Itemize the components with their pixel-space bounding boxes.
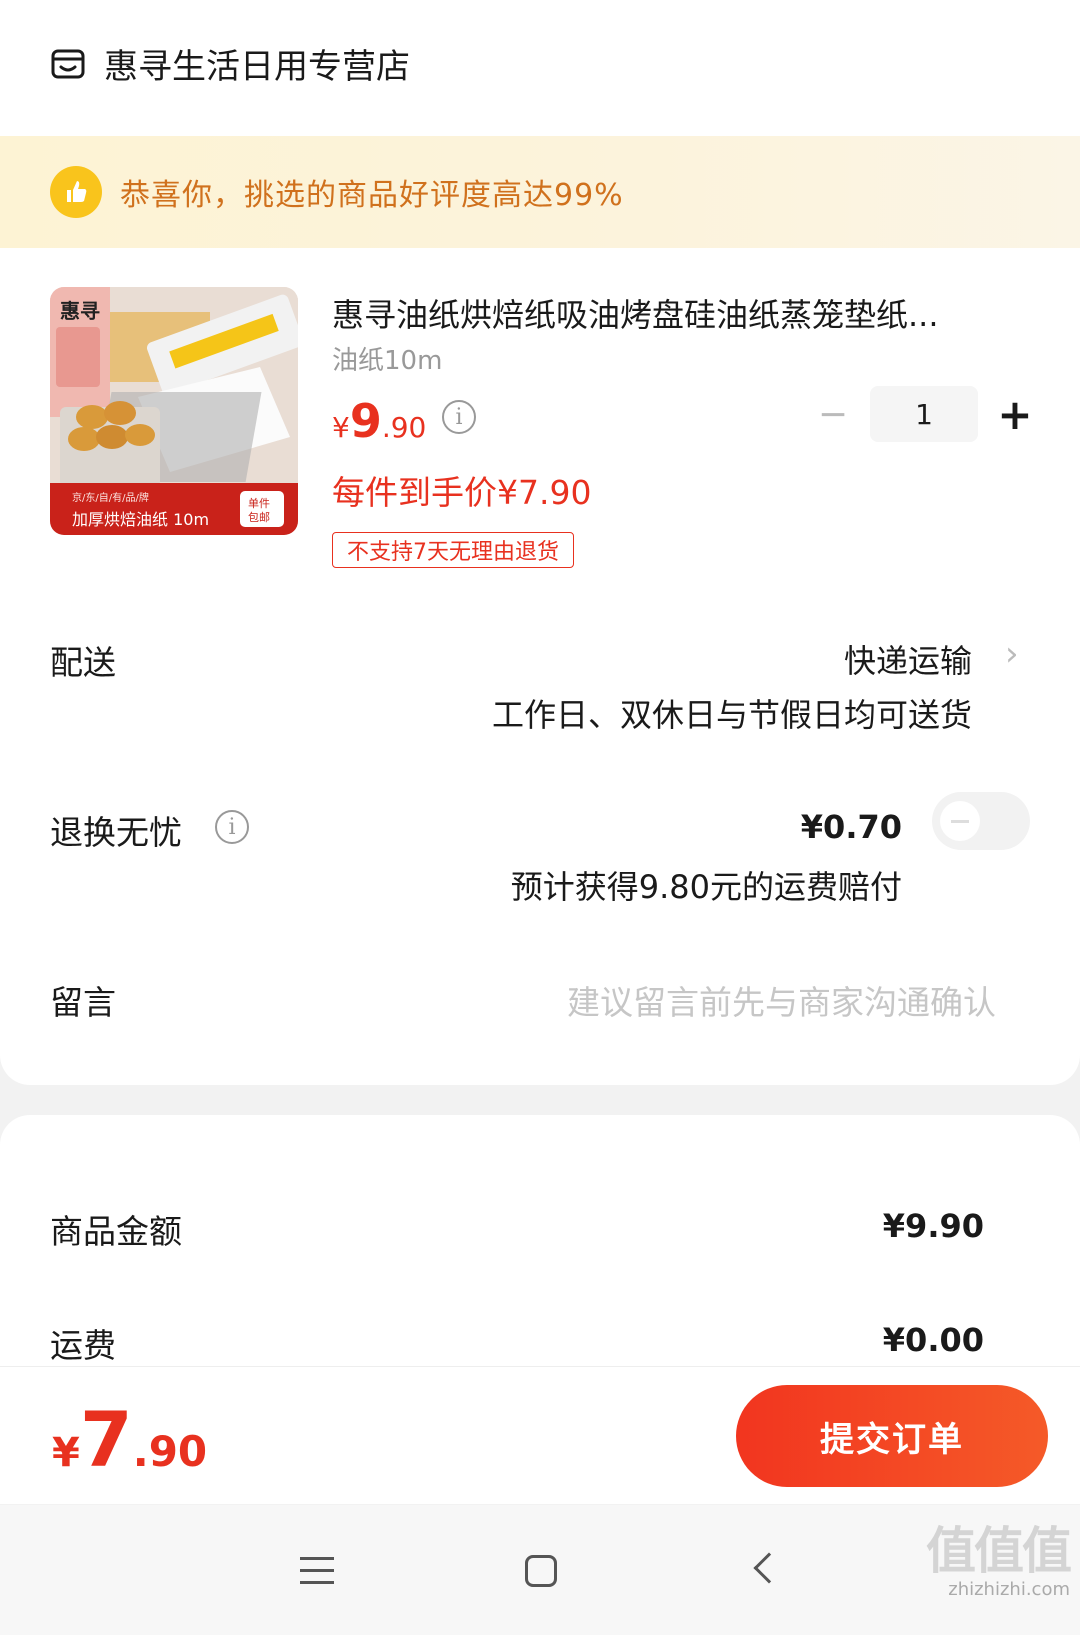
product-image-brand: 惠寻	[60, 299, 100, 323]
delivery-label: 配送	[50, 643, 116, 682]
shipping-label: 运费	[50, 1326, 116, 1365]
message-label: 留言	[50, 983, 116, 1022]
submit-order-button[interactable]: 提交订单	[736, 1385, 1048, 1487]
summary-card: 商品金额 ¥9.90 运费 ¥0.00	[0, 1115, 1080, 1375]
delivery-note: 工作日、双休日与节假日均可送货	[491, 696, 972, 734]
total-integer: 7	[79, 1395, 133, 1484]
return-insurance-info-icon[interactable]: i	[215, 810, 249, 844]
back-icon[interactable]	[753, 1552, 785, 1584]
product-price: ¥ 9 .90	[332, 394, 426, 448]
product-title[interactable]: 惠寻油纸烘焙纸吸油烤盘硅油纸蒸笼垫纸...	[332, 290, 1032, 336]
return-insurance-price: ¥0.70	[800, 808, 902, 846]
product-image-badge-line2: 包邮	[248, 511, 270, 524]
product-image-caption: 加厚烘焙油纸 10m	[72, 510, 210, 529]
goods-amount-label: 商品金额	[50, 1212, 182, 1251]
quantity-stepper: − 1 +	[808, 386, 1040, 442]
toggle-knob	[940, 801, 980, 841]
return-insurance-toggle[interactable]	[932, 792, 1030, 850]
order-card: 惠寻生活日用专营店 恭喜你，挑选的商品好评度高达99% 惠寻 京/东/自/有/品…	[0, 0, 1080, 1085]
price-decimal: .90	[381, 411, 427, 444]
banner-text: 恭喜你，挑选的商品好评度高达99%	[120, 178, 624, 213]
product-image[interactable]: 惠寻 京/东/自/有/品/牌 加厚烘焙油纸 10m 单件 包邮	[50, 287, 298, 535]
increase-button[interactable]: +	[990, 389, 1040, 439]
home-icon[interactable]	[525, 1555, 557, 1587]
store-name: 惠寻生活日用专营店	[104, 46, 410, 87]
system-nav-bar: 值值值 zhizhizhi.com	[0, 1505, 1080, 1635]
total-decimal: .90	[132, 1427, 208, 1476]
total-symbol: ¥	[52, 1430, 80, 1476]
shipping-amount: ¥0.00	[882, 1321, 984, 1359]
quantity-input[interactable]: 1	[870, 386, 978, 442]
price-info-icon[interactable]: i	[442, 400, 476, 434]
price-integer: 9	[349, 394, 382, 448]
return-insurance-label: 退换无忧	[50, 813, 182, 852]
final-price: 每件到手价¥7.90	[332, 473, 592, 512]
checkout-bar: ¥ 7 .90 提交订单	[0, 1366, 1080, 1504]
product-image-caption-small: 京/东/自/有/品/牌	[72, 493, 149, 504]
return-policy-tag: 不支持7天无理由退货	[332, 532, 574, 568]
message-input[interactable]: 建议留言前先与商家沟通确认	[567, 976, 996, 1024]
product-spec[interactable]: 油纸10m	[332, 340, 442, 377]
return-insurance-note: 预计获得9.80元的运费赔付	[510, 868, 902, 906]
store-header[interactable]: 惠寻生活日用专营店	[50, 38, 410, 88]
store-icon	[51, 49, 85, 79]
delivery-method[interactable]: 快递运输	[844, 636, 972, 682]
rating-banner: 恭喜你，挑选的商品好评度高达99%	[0, 136, 1080, 248]
price-symbol: ¥	[332, 411, 350, 444]
watermark-logo: 值值值	[926, 1522, 1072, 1580]
watermark-url: zhizhizhi.com	[948, 1579, 1070, 1600]
goods-amount: ¥9.90	[882, 1207, 984, 1245]
chevron-right-icon[interactable]: ›	[1005, 634, 1019, 674]
decrease-button[interactable]: −	[808, 389, 858, 439]
watermark: 值值值 zhizhizhi.com	[926, 1511, 1072, 1600]
thumbs-up-icon	[50, 166, 102, 218]
return-policy-text: 不支持7天无理由退货	[347, 540, 559, 565]
total-price: ¥ 7 .90	[52, 1395, 207, 1484]
menu-icon[interactable]	[300, 1557, 334, 1593]
